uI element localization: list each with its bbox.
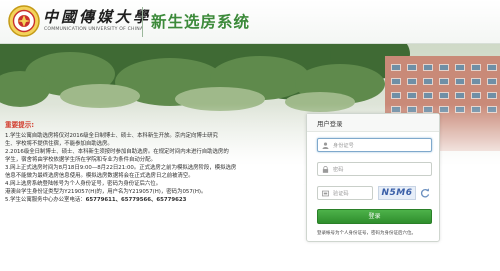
login-button[interactable]: 登录: [317, 209, 432, 224]
id-number-placeholder: 身份证号: [333, 143, 354, 149]
notice-line: 生、学校将不提供住宿，不能参加自助选房。: [5, 141, 113, 148]
notice-line: 港澳台学生身份证类型为Y219057(H)的，用户名为Y219057(H)，密码…: [5, 189, 207, 196]
university-seal-icon: [8, 5, 40, 37]
important-notice: 重要提示: 1.学生公寓自助选房将仅对2016级全日制博士、硕士、本科新生开放。…: [5, 119, 305, 204]
phone-numbers: 65779611、65779566、65779623: [85, 197, 187, 204]
phone-label: 5.学生公寓服务中心办公室电话：: [5, 197, 86, 204]
password-input[interactable]: 密码: [317, 162, 432, 176]
captcha-input[interactable]: 验证码: [317, 186, 373, 200]
header-divider: [142, 7, 143, 37]
captcha-placeholder: 验证码: [333, 191, 349, 197]
user-icon: [322, 142, 329, 149]
university-name: 中國傳媒大學: [43, 8, 152, 26]
notice-line: 3.网上正式选房时间为8月18日9:00—8月22日21:00。正式选房之前为模…: [5, 165, 237, 172]
notice-line: 2.2016级全日制博士、硕士、本科新生须按时参加自助选房。在规定时间内未进行自…: [5, 149, 229, 156]
notice-line: 1.学生公寓自助选房将仅对2016级全日制博士、硕士、本科新生开放。京内定向博士…: [5, 133, 218, 139]
notice-line: 4.网上选房系统登陆帐号为个人身份证号，密码为身份证后六位。: [5, 181, 162, 188]
password-placeholder: 密码: [333, 167, 344, 173]
notice-line: 学生，宿舍将由学校依据学生所在学院和专业为条件自动分配。: [5, 157, 156, 164]
id-number-input[interactable]: 身份证号: [317, 138, 432, 152]
notice-title: 重要提示:: [5, 121, 35, 129]
lock-icon: [322, 166, 329, 173]
captcha-image[interactable]: N5M6: [378, 186, 416, 200]
refresh-icon[interactable]: [420, 187, 430, 199]
site-header: 中國傳媒大學 COMMUNICATION UNIVERSITY OF CHINA…: [0, 0, 500, 44]
system-title: 新生选房系统: [151, 13, 251, 31]
login-hint: 登录帐号为个人身份证号，密码为身份证后六位。: [317, 231, 416, 236]
notice-line: 信息不能做为最终选房信息使用。模拟选房数据将会在正式选房日之前被清空。: [5, 173, 194, 180]
login-heading: 用户登录: [307, 114, 439, 132]
login-panel: 用户登录 身份证号 密码 验证码 N5M6 登录 登录帐号为个人身份证号，密码为…: [306, 113, 440, 242]
university-name-english: COMMUNICATION UNIVERSITY OF CHINA: [44, 27, 144, 32]
captcha-icon: [322, 190, 329, 197]
notice-phone-line: 5.学生公寓服务中心办公室电话：65779611、65779566、657796…: [5, 196, 305, 204]
